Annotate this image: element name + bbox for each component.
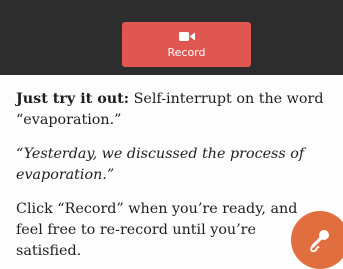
microphone-fab-button[interactable] [291, 211, 343, 269]
record-button-label: Record [167, 45, 206, 59]
top-toolbar: Record [0, 0, 343, 75]
record-instructions-line-1: Click “Record” when you’re ready, and [16, 201, 298, 217]
microphone-icon [310, 230, 329, 253]
record-button[interactable]: Record [122, 22, 251, 67]
record-instructions-line-2: feel free to re-record until you’re [16, 222, 256, 238]
video-camera-icon [178, 31, 195, 41]
try-it-word: “evaporation.” [16, 112, 122, 128]
example-quote: “Yesterday, we discussed the process of … [16, 144, 343, 186]
try-it-lead: Just try it out: [16, 91, 130, 107]
record-instructions-line-3: satisfied. [16, 243, 82, 259]
quote-line-2: evaporation.” [16, 167, 115, 183]
try-it-paragraph: Just try it out: Self-interrupt on the w… [16, 89, 343, 131]
quote-line-1: “Yesterday, we discussed the process of [16, 146, 305, 162]
try-it-text: Self-interrupt on the word [129, 91, 324, 107]
